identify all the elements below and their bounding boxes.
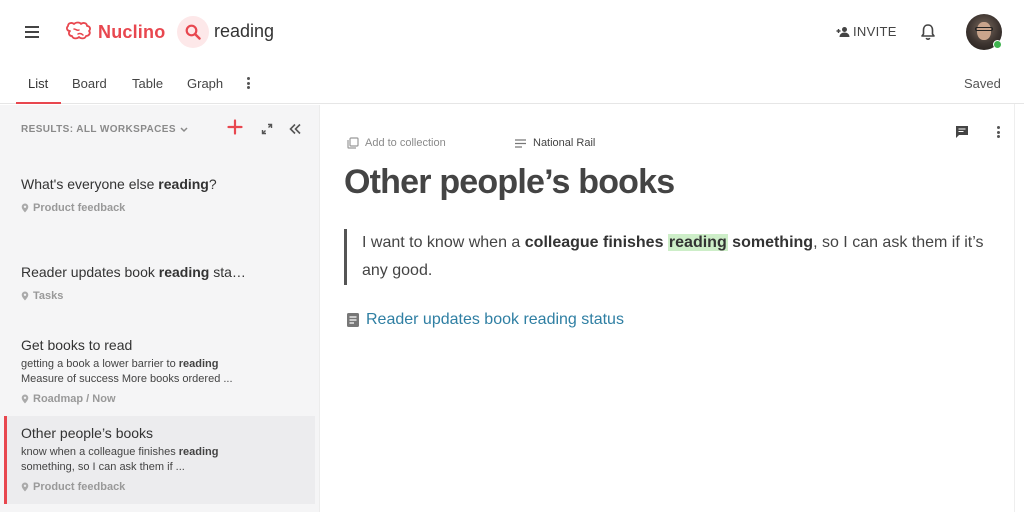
title-text: What's everyone else: [21, 176, 159, 192]
location-text: Product feedback: [33, 481, 126, 493]
title-match: reading: [158, 264, 210, 280]
scrollbar-track[interactable]: [1014, 104, 1015, 512]
document-title[interactable]: Other people’s books: [344, 163, 675, 202]
result-title: Get books to read: [21, 337, 133, 353]
collection-link[interactable]: National Rail: [515, 137, 595, 149]
tab-graph[interactable]: Graph: [187, 76, 223, 91]
result-title: Reader updates book reading sta…: [21, 264, 246, 280]
linked-item[interactable]: Reader updates book reading status: [346, 311, 624, 329]
quote-bold: colleague finishes: [524, 234, 668, 251]
snippet-match: reading: [178, 446, 219, 458]
add-to-collection-label: Add to collection: [365, 137, 446, 149]
brand-name: Nuclino: [98, 21, 166, 42]
online-status-dot: [993, 40, 1002, 49]
results-scope-label: RESULTS: ALL WORKSPACES: [21, 124, 176, 135]
collection-name: National Rail: [533, 137, 596, 149]
tab-board[interactable]: Board: [72, 76, 107, 91]
search-query[interactable]: reading: [214, 21, 274, 42]
document-pane: Add to collection National Rail Other pe…: [321, 105, 1024, 512]
active-tab-indicator: [16, 102, 61, 104]
quote-bold-2: something: [727, 234, 814, 251]
result-snippet-line2: something, so I can ask them if ...: [21, 461, 185, 473]
list-icon: [515, 138, 526, 148]
quote-text: I want to know when a: [362, 234, 525, 251]
result-snippet: know when a colleague finishes reading: [21, 445, 219, 460]
location-pin-icon: [21, 203, 29, 213]
result-location: Product feedback: [21, 202, 125, 214]
location-text: Tasks: [33, 290, 64, 302]
title-match: reading: [158, 176, 209, 192]
top-bar: Nuclino reading INVITE: [0, 0, 1024, 64]
more-options-icon[interactable]: [994, 125, 1002, 139]
title-text-end: sta…: [209, 264, 246, 280]
invite-button[interactable]: INVITE: [836, 24, 897, 39]
add-person-icon: [836, 26, 850, 37]
save-status: Saved: [964, 76, 1001, 91]
location-pin-icon: [21, 291, 29, 301]
result-snippet-line2: Measure of success More books ordered ..…: [21, 373, 233, 385]
tab-list[interactable]: List: [28, 76, 48, 91]
view-tabs: List Board Table Graph Saved: [0, 64, 1024, 104]
result-title: Other people’s books: [21, 425, 154, 441]
add-to-collection-button[interactable]: Add to collection: [347, 137, 446, 149]
more-views-icon[interactable]: [244, 76, 252, 90]
document-icon: [347, 313, 359, 327]
result-title: What's everyone else reading?: [21, 176, 217, 192]
result-item[interactable]: Get books to read getting a book a lower…: [4, 328, 315, 412]
search-icon: [185, 24, 201, 40]
avatar-glasses: [975, 27, 993, 31]
title-text-end: ?: [208, 176, 217, 192]
title-text: Reader updates book: [21, 264, 159, 280]
avatar-face: [977, 22, 991, 40]
search-results-sidebar: RESULTS: ALL WORKSPACES What's everyone …: [0, 105, 320, 512]
invite-label: INVITE: [853, 24, 897, 39]
result-snippet: getting a book a lower barrier to readin…: [21, 357, 219, 372]
blockquote[interactable]: I want to know when a colleague finishes…: [344, 229, 984, 285]
location-pin-icon: [21, 394, 29, 404]
result-item-active[interactable]: Other people’s books know when a colleag…: [4, 416, 315, 504]
location-text: Product feedback: [33, 202, 126, 214]
plus-icon[interactable]: [227, 119, 243, 135]
result-item[interactable]: What's everyone else reading? Product fe…: [4, 160, 315, 230]
active-item-indicator: [4, 416, 7, 504]
search-highlight: reading: [667, 234, 728, 251]
result-location: Tasks: [21, 290, 63, 302]
comment-icon[interactable]: [954, 124, 970, 140]
snippet-match: reading: [178, 358, 219, 370]
collection-icon: [347, 137, 359, 149]
search-button[interactable]: [177, 16, 209, 48]
expand-icon[interactable]: [261, 123, 273, 135]
brain-icon: [66, 21, 91, 40]
location-pin-icon: [21, 482, 29, 492]
menu-icon[interactable]: [22, 23, 42, 41]
results-scope-dropdown[interactable]: RESULTS: ALL WORKSPACES: [21, 124, 188, 135]
result-item[interactable]: Reader updates book reading sta… Tasks: [4, 248, 315, 318]
document-meta-row: Add to collection National Rail: [347, 137, 595, 149]
linked-item-label: Reader updates book reading status: [366, 311, 624, 328]
bell-icon[interactable]: [918, 22, 938, 42]
result-location: Roadmap / Now: [21, 393, 116, 405]
chevron-down-icon: [180, 126, 188, 132]
tab-table[interactable]: Table: [132, 76, 163, 91]
brand-logo[interactable]: Nuclino: [64, 18, 165, 46]
result-location: Product feedback: [21, 481, 125, 493]
collapse-sidebar-icon[interactable]: [288, 122, 302, 136]
snippet-text: getting a book a lower barrier to: [21, 358, 179, 370]
snippet-text: know when a colleague finishes: [21, 446, 179, 458]
location-text: Roadmap / Now: [33, 393, 116, 405]
